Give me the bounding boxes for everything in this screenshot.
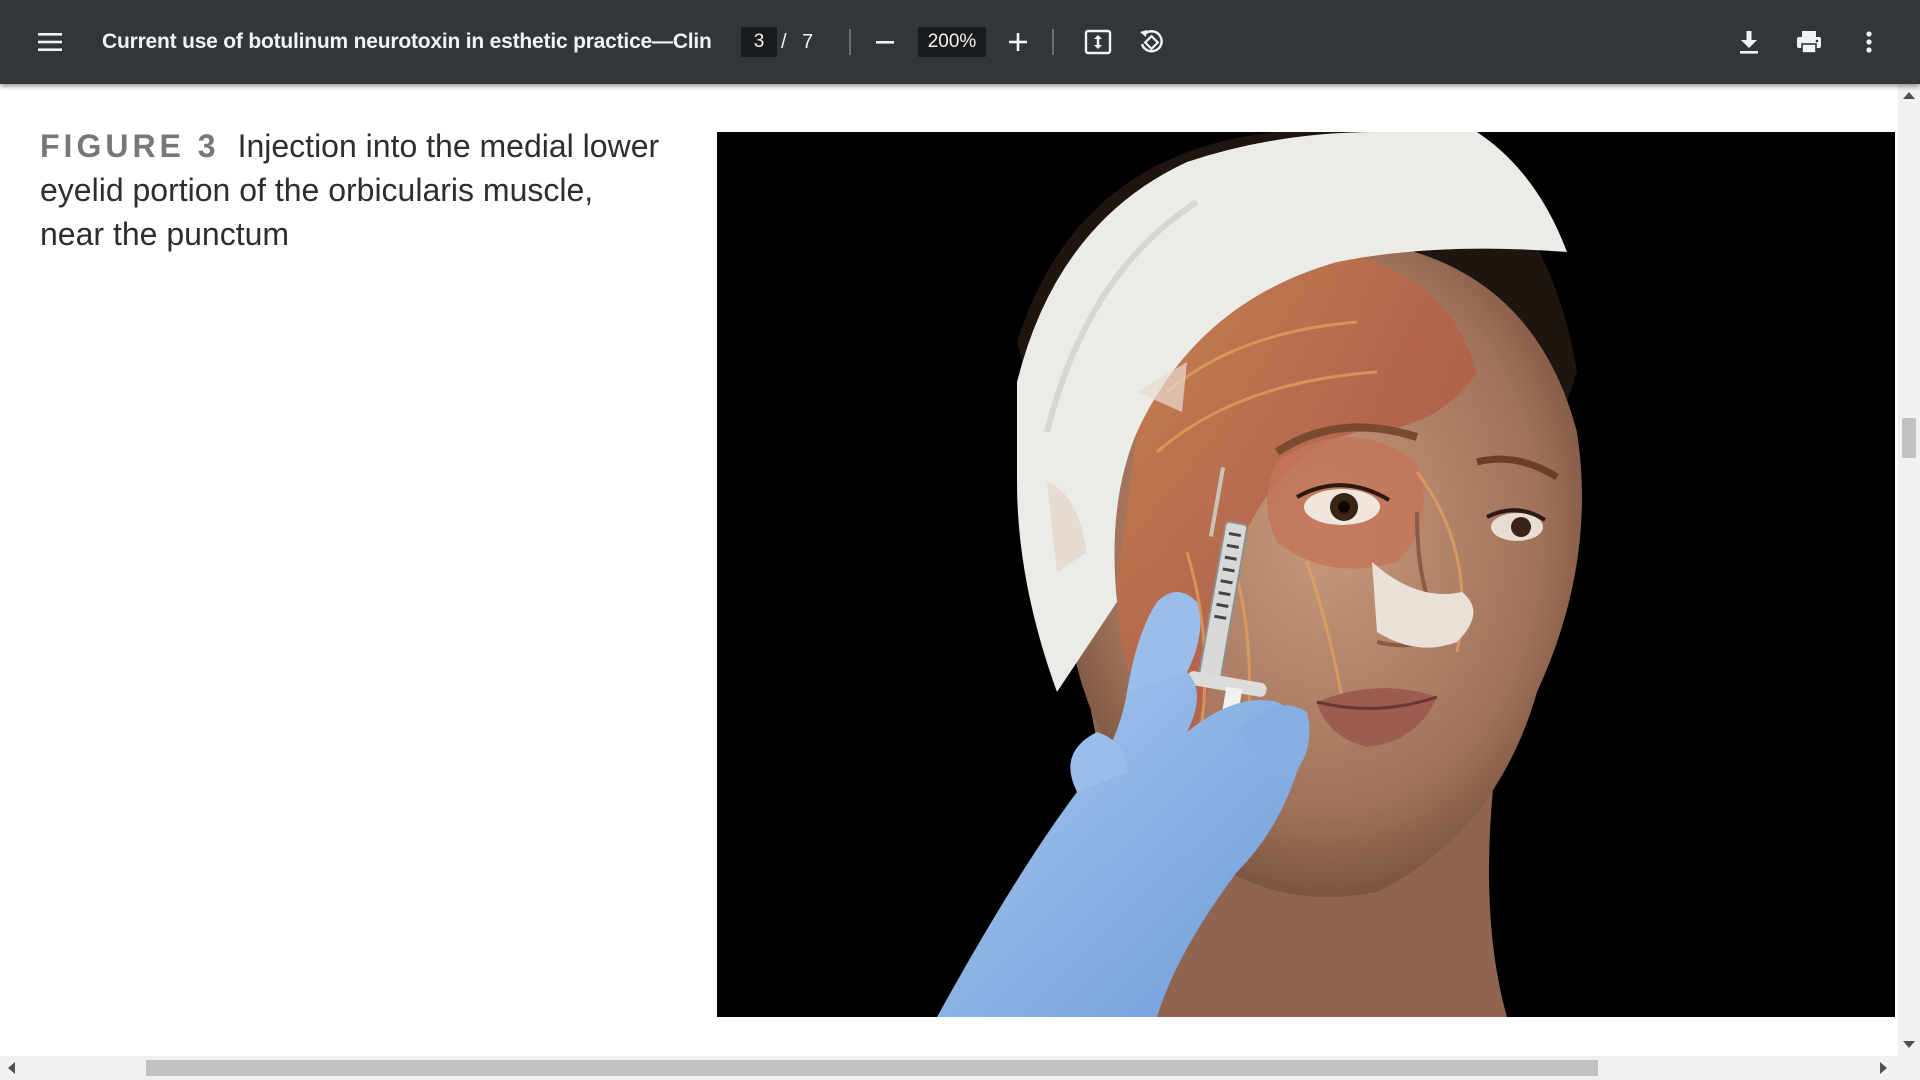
page-number-input[interactable] <box>741 27 777 57</box>
horizontal-scrollbar[interactable] <box>0 1056 1920 1080</box>
figure-label: FIGURE 3 <box>40 128 220 164</box>
face-injection-illustration <box>717 132 1895 1017</box>
zoom-level-input[interactable] <box>918 27 986 57</box>
toolbar-divider <box>849 29 851 55</box>
more-vert-icon <box>1866 31 1872 53</box>
fit-page-icon <box>1084 29 1112 55</box>
scroll-right-arrow-icon[interactable] <box>1880 1062 1887 1074</box>
pdf-toolbar: Current use of botulinum neurotoxin in e… <box>0 0 1920 84</box>
download-icon <box>1740 31 1758 54</box>
plus-icon <box>1009 33 1027 51</box>
scroll-up-arrow-icon[interactable] <box>1903 92 1915 99</box>
print-button[interactable] <box>1787 20 1831 64</box>
scroll-down-arrow-icon[interactable] <box>1903 1041 1915 1048</box>
zoom-out-button[interactable] <box>863 20 907 64</box>
page-separator: / <box>781 31 787 53</box>
download-button[interactable] <box>1727 20 1771 64</box>
more-options-button[interactable] <box>1847 20 1891 64</box>
menu-icon <box>38 33 62 51</box>
pdf-page: FIGURE 3 Injection into the medial lower … <box>0 84 1898 1056</box>
menu-button[interactable] <box>26 18 74 66</box>
figure-photo <box>717 132 1895 1017</box>
rotate-icon <box>1140 30 1163 53</box>
minus-icon <box>876 41 894 44</box>
fit-to-page-button[interactable] <box>1076 20 1120 64</box>
page-total: 7 <box>802 31 814 53</box>
document-title: Current use of botulinum neurotoxin in e… <box>102 30 712 53</box>
horizontal-scroll-thumb[interactable] <box>146 1060 1598 1076</box>
vertical-scroll-thumb[interactable] <box>1902 418 1916 458</box>
print-icon <box>1797 31 1821 54</box>
zoom-in-button[interactable] <box>996 20 1040 64</box>
vertical-scrollbar[interactable] <box>1898 84 1920 1056</box>
rotate-button[interactable] <box>1129 20 1173 64</box>
figure-caption: FIGURE 3 Injection into the medial lower … <box>40 124 660 256</box>
toolbar-divider <box>1052 29 1054 55</box>
scroll-left-arrow-icon[interactable] <box>8 1062 15 1074</box>
